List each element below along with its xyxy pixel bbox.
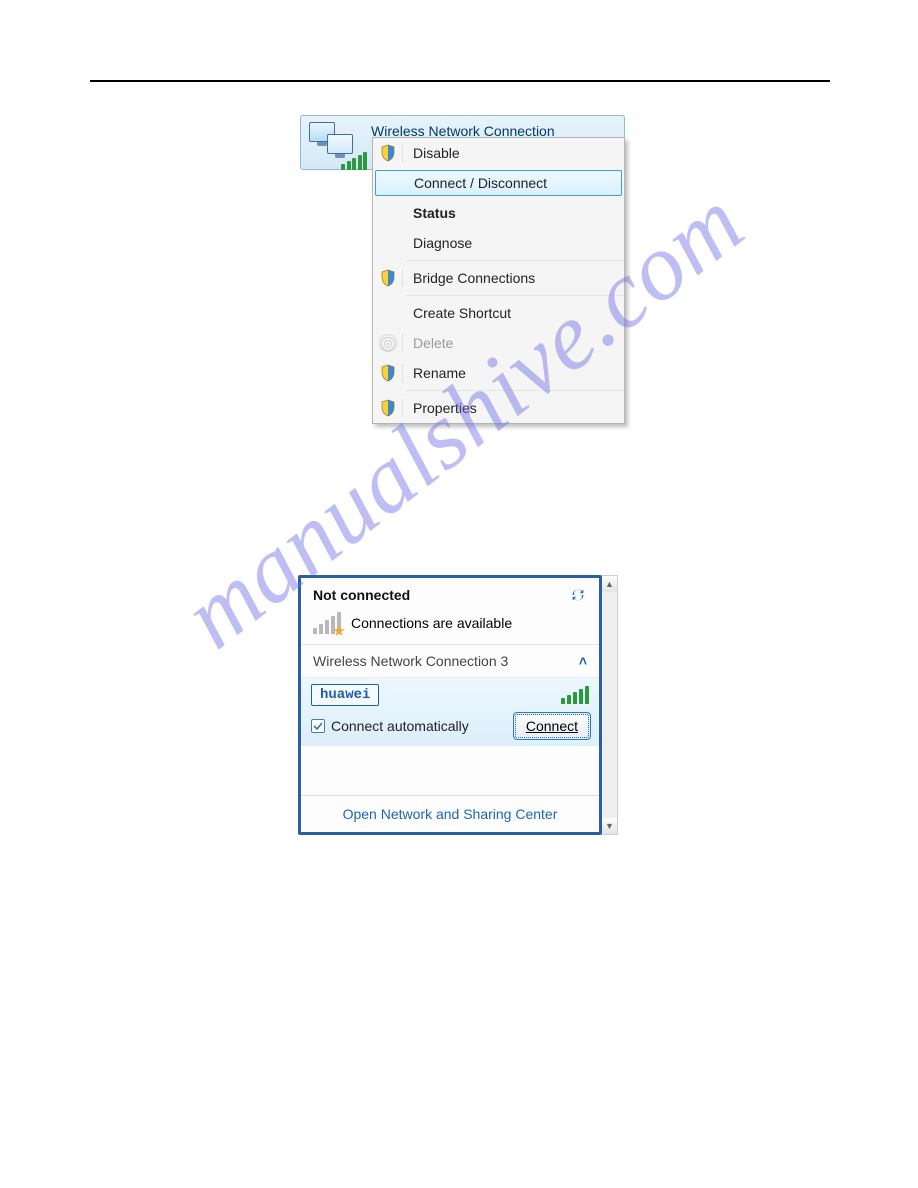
scroll-down-button[interactable]: ▼ <box>602 818 617 834</box>
menu-label: Create Shortcut <box>403 305 624 321</box>
menu-label: Properties <box>403 400 624 416</box>
checkbox-icon <box>311 719 325 733</box>
menu-label: Disable <box>403 145 624 161</box>
menu-item-bridge[interactable]: Bridge Connections <box>373 263 624 293</box>
network-item[interactable]: huawei Connect automatically Connect <box>301 677 599 746</box>
signal-available-icon <box>313 612 341 634</box>
menu-item-properties[interactable]: Properties <box>373 393 624 423</box>
refresh-icon[interactable] <box>569 586 587 604</box>
page-top-divider <box>90 80 830 82</box>
shield-icon <box>380 144 396 162</box>
menu-item-disable[interactable]: Disable <box>373 138 624 168</box>
figure-context-menu: Wireless Network Connection Disable Conn… <box>300 115 625 170</box>
scrollbar[interactable]: ▲ ▼ <box>602 575 618 835</box>
menu-separator <box>405 295 624 296</box>
available-row: Connections are available <box>301 608 599 644</box>
fingerprint-icon <box>379 334 397 352</box>
context-menu: Disable Connect / Disconnect Status Diag… <box>372 137 625 424</box>
wifi-flyout: Not connected Connections are available … <box>298 575 602 835</box>
status-title: Not connected <box>313 587 410 603</box>
available-text: Connections are available <box>351 615 512 631</box>
section-header[interactable]: Wireless Network Connection 3 ˄ <box>301 644 599 677</box>
menu-label: Delete <box>403 335 624 351</box>
signal-bars-icon <box>561 686 589 704</box>
connect-automatically-checkbox[interactable]: Connect automatically <box>311 718 469 734</box>
figure-wifi-flyout: Not connected Connections are available … <box>298 575 618 835</box>
flyout-header: Not connected <box>301 578 599 608</box>
menu-item-create-shortcut[interactable]: Create Shortcut <box>373 298 624 328</box>
menu-item-connect-disconnect[interactable]: Connect / Disconnect <box>375 170 622 196</box>
menu-separator <box>405 260 624 261</box>
menu-separator <box>405 390 624 391</box>
menu-item-rename[interactable]: Rename <box>373 358 624 388</box>
section-label: Wireless Network Connection 3 <box>313 653 508 669</box>
menu-label: Connect / Disconnect <box>406 175 621 191</box>
open-network-center-link[interactable]: Open Network and Sharing Center <box>343 806 558 822</box>
network-adapter-icon <box>307 120 365 168</box>
auto-label-text: Connect automatically <box>331 718 469 734</box>
shield-icon <box>380 399 396 417</box>
menu-item-delete: Delete <box>373 328 624 358</box>
shield-icon <box>380 269 396 287</box>
scroll-up-button[interactable]: ▲ <box>602 576 617 592</box>
ssid-label: huawei <box>311 684 379 706</box>
menu-item-diagnose[interactable]: Diagnose <box>373 228 624 258</box>
shield-icon <box>380 364 396 382</box>
chevron-up-icon: ˄ <box>579 653 587 669</box>
page: Wireless Network Connection Disable Conn… <box>0 0 918 1188</box>
menu-label: Status <box>403 205 624 221</box>
menu-item-status[interactable]: Status <box>373 198 624 228</box>
flyout-footer: Open Network and Sharing Center <box>301 795 599 832</box>
connect-button[interactable]: Connect <box>515 714 589 738</box>
menu-label: Rename <box>403 365 624 381</box>
menu-label: Diagnose <box>403 235 624 251</box>
menu-label: Bridge Connections <box>403 270 624 286</box>
